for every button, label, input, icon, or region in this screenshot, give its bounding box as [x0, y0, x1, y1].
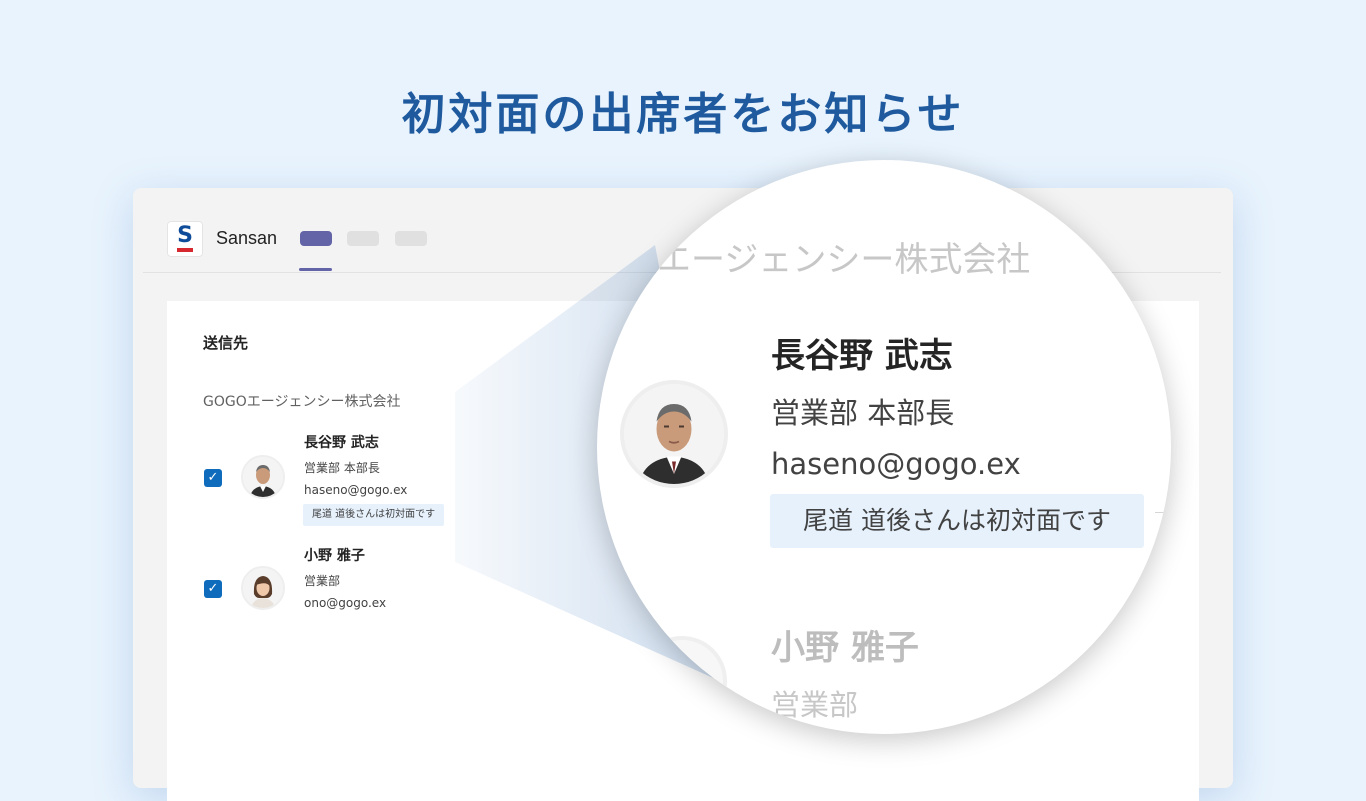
magnified-email: haseno@gogo.ex — [771, 447, 1021, 481]
magnified-field-edge — [1155, 512, 1166, 560]
magnified-name-2: 小野 雅子 — [771, 628, 919, 668]
magnified-avatar-2 — [637, 636, 727, 726]
magnified-first-meeting-badge: 尾道 道後さんは初対面です — [770, 494, 1144, 548]
magnified-department-2: 営業部 — [771, 688, 859, 722]
magnifier-lens: エージェンシー株式会社 長谷野 武志 営業部 本部長 haseno@gogo.e… — [597, 160, 1171, 734]
magnified-department: 営業部 本部長 — [771, 396, 955, 430]
magnified-avatar — [620, 380, 728, 488]
magnified-company: エージェンシー株式会社 — [657, 240, 1031, 280]
man-portrait-icon — [624, 384, 724, 484]
magnified-name: 長谷野 武志 — [771, 336, 953, 376]
